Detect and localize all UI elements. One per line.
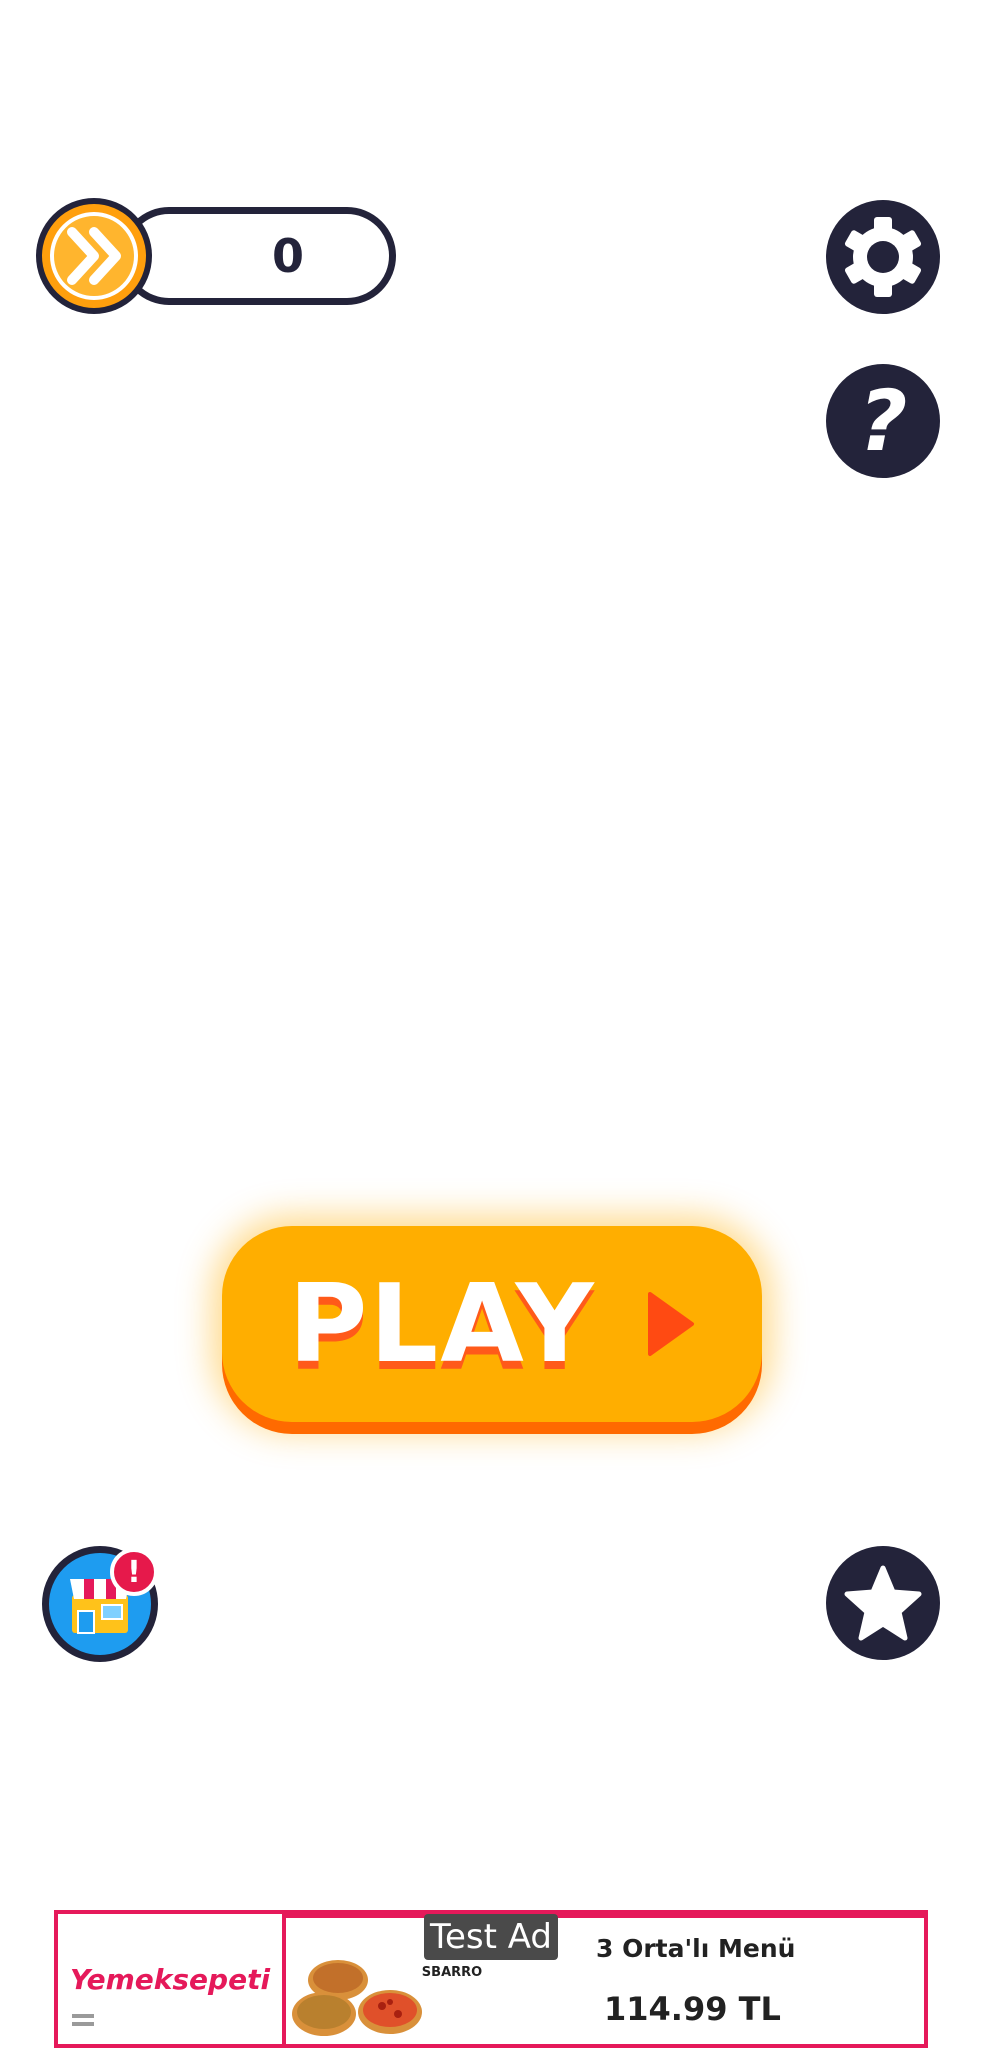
ad-price: 114.99 TL [604, 1990, 781, 2028]
test-ad-label: Test Ad [424, 1914, 559, 1960]
ad-logo-text: SBARRO [421, 1965, 483, 1980]
play-label: PLAY [288, 1261, 596, 1387]
question-mark-icon: ? [858, 372, 908, 470]
star-button[interactable] [826, 1546, 940, 1660]
play-arrow-icon [647, 1292, 694, 1356]
pizza-image [292, 1960, 422, 2036]
menu-icon [72, 2014, 94, 2028]
counter-pill: 0 [120, 207, 396, 305]
fast-forward-coin-icon [36, 198, 152, 314]
ad-brand-name: Yemeksepeti [69, 1962, 271, 1996]
ad-title: 3 Orta'lı Menü [596, 1934, 796, 1963]
gear-icon [844, 217, 922, 297]
shop-alert-badge: ! [110, 1548, 158, 1596]
skip-counter: 0 [32, 196, 396, 316]
star-icon [844, 1565, 922, 1641]
play-button[interactable]: PLAY [222, 1226, 762, 1422]
settings-button[interactable] [826, 200, 940, 314]
help-button[interactable]: ? [826, 364, 940, 478]
skip-count: 0 [271, 229, 304, 283]
